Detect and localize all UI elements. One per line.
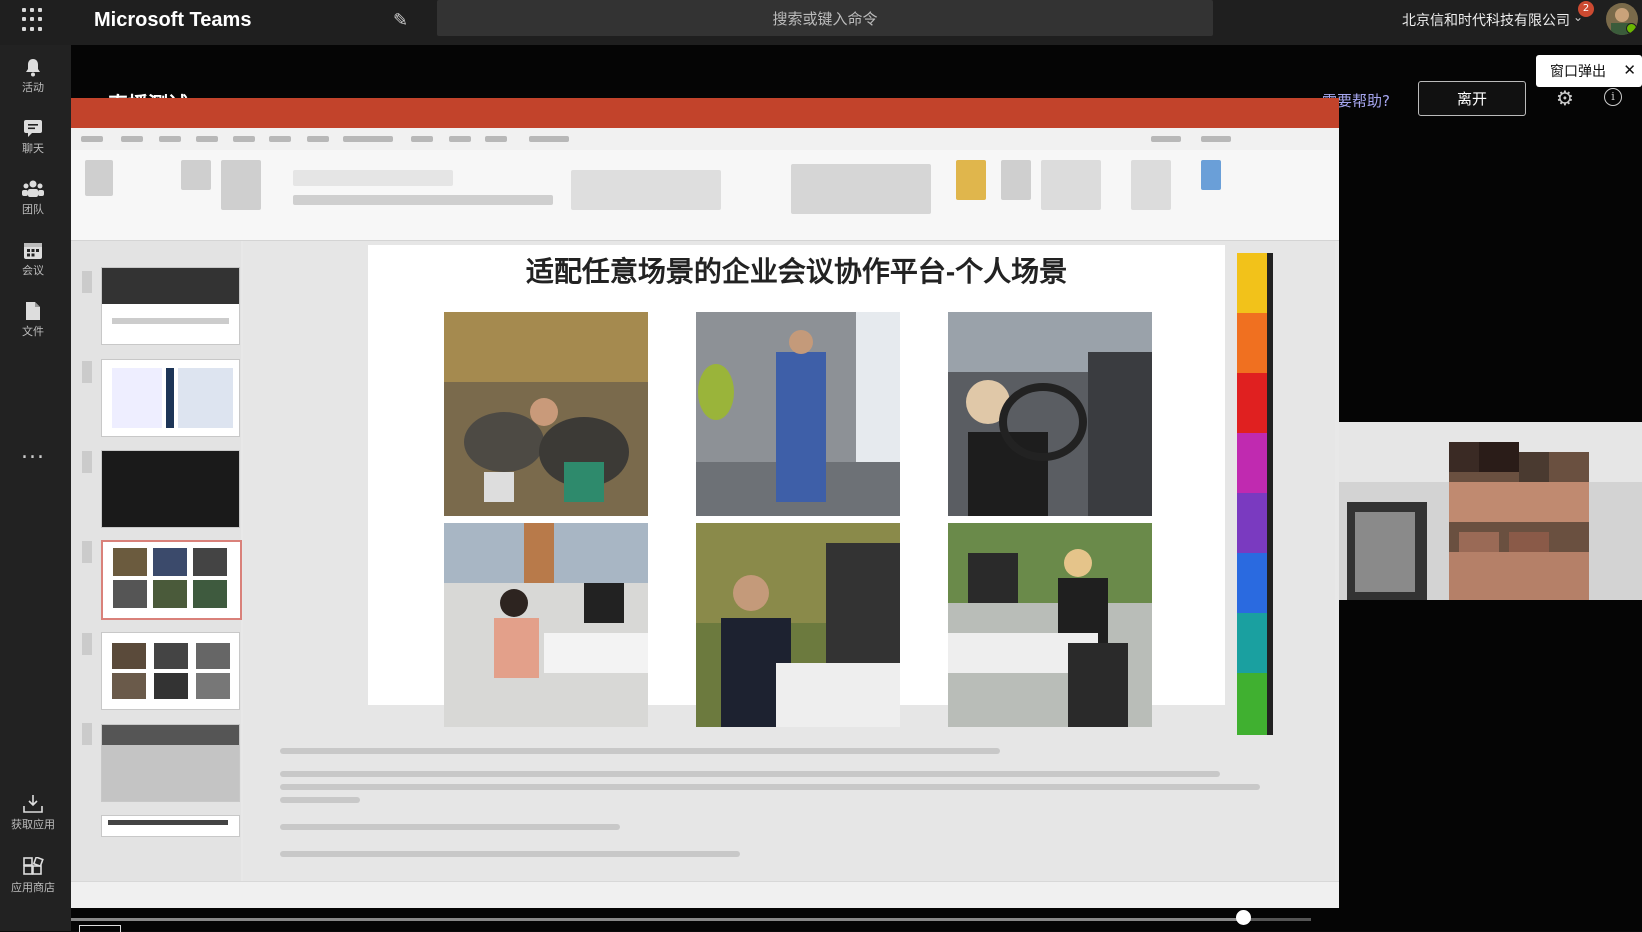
slide-photo	[948, 312, 1152, 516]
teams-icon	[22, 179, 44, 199]
download-icon	[22, 794, 44, 814]
ppt-ribbon-tabs	[71, 128, 1339, 150]
slide-thumbnails	[71, 241, 242, 881]
slide-thumbnail[interactable]	[101, 450, 240, 528]
rail-item-files[interactable]: 文件	[0, 301, 66, 339]
slide-thumbnail[interactable]	[101, 724, 240, 802]
rail-item-label: 应用商店	[11, 881, 55, 894]
progress-slider-handle[interactable]	[1236, 910, 1251, 925]
rail-item-get-apps[interactable]: 获取应用	[0, 794, 66, 832]
rail-item-label: 会议	[22, 264, 44, 277]
calendar-icon	[22, 240, 44, 260]
participant-video[interactable]	[1339, 422, 1642, 600]
app-launcher-icon[interactable]	[22, 8, 46, 32]
rail-item-chat[interactable]: 聊天	[0, 118, 66, 156]
rail-item-meetings[interactable]: 会议	[0, 240, 66, 278]
info-icon[interactable]: i	[1604, 88, 1622, 106]
ppt-status-bar	[71, 881, 1339, 908]
app-title: Microsoft Teams	[94, 9, 252, 31]
rail-item-label: 活动	[22, 81, 44, 94]
ppt-ribbon	[71, 150, 1339, 241]
slide-photo	[696, 523, 900, 727]
rail-item-label: 团队	[22, 203, 44, 216]
leave-button[interactable]: 离开	[1418, 81, 1526, 116]
slide-thumbnail[interactable]	[101, 815, 240, 837]
rail-item-label: 聊天	[22, 142, 44, 155]
notification-badge: 2	[1578, 1, 1594, 17]
progress-bar-remaining	[1251, 918, 1311, 921]
popout-tooltip: 窗口弹出 ✕	[1536, 55, 1642, 87]
compose-icon[interactable]: ✎	[393, 10, 413, 31]
popout-label: 窗口弹出	[1550, 64, 1606, 80]
top-bar: Microsoft Teams ✎ 搜索或键入命令 北京信和时代科技有限公司 ⌄…	[0, 0, 1642, 45]
chat-icon	[22, 118, 44, 138]
gear-icon[interactable]: ⚙	[1556, 86, 1574, 110]
rail-item-teams[interactable]: 团队	[0, 179, 66, 217]
ppt-titlebar	[71, 98, 1339, 128]
slide-thumbnail[interactable]	[101, 632, 240, 710]
rail-item-label: 文件	[22, 325, 44, 338]
file-icon	[22, 301, 44, 321]
rail-item-label: 获取应用	[11, 818, 55, 831]
more-apps-icon[interactable]: ...	[21, 439, 45, 464]
slide-photo	[948, 523, 1152, 727]
avatar[interactable]	[1606, 3, 1638, 35]
slide-photo	[696, 312, 900, 516]
org-switcher[interactable]: 北京信和时代科技有限公司	[1402, 10, 1570, 30]
apps-icon	[22, 856, 44, 877]
slide-footnotes	[280, 748, 1280, 864]
slide-photo	[444, 523, 648, 727]
slide-thumbnail-selected[interactable]	[101, 540, 242, 620]
current-slide: 适配任意场景的企业会议协作平台-个人场景	[368, 245, 1225, 727]
rail-item-activity[interactable]: 活动	[0, 57, 66, 95]
slide-title: 适配任意场景的企业会议协作平台-个人场景	[525, 256, 1068, 287]
app-rail: 活动 聊天 团队 会议 文件 ... 获取应用 应用商店	[0, 45, 71, 931]
slide-thumbnail[interactable]	[101, 267, 240, 345]
progress-bar[interactable]	[71, 918, 1266, 921]
slide-photo	[444, 312, 648, 516]
search-input[interactable]: 搜索或键入命令	[437, 0, 1213, 36]
color-palette-strip	[1237, 253, 1273, 735]
close-icon[interactable]: ✕	[1623, 61, 1636, 79]
slide-thumbnail[interactable]	[101, 359, 240, 437]
rail-item-app-store[interactable]: 应用商店	[0, 856, 66, 895]
bell-icon	[22, 57, 44, 77]
